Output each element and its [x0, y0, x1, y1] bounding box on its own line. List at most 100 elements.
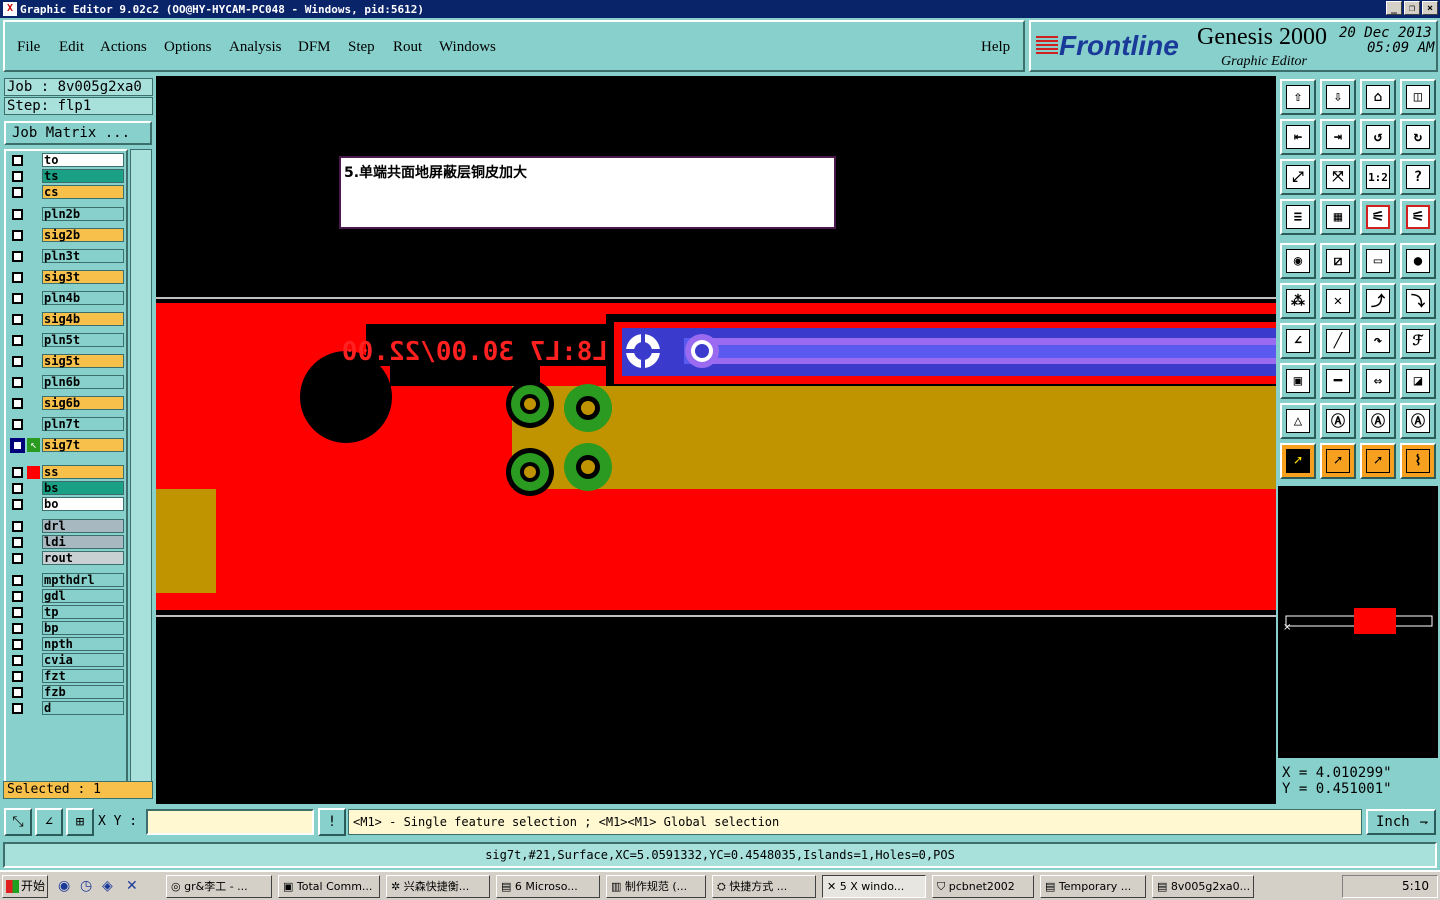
job-matrix-button[interactable]: Job Matrix ... — [4, 121, 152, 145]
layer-checkbox[interactable] — [12, 591, 23, 602]
layer-row-cs[interactable]: cs — [8, 185, 126, 200]
window-button[interactable]: ◫ — [1400, 79, 1436, 115]
grid-snap-button[interactable]: ⊞ — [66, 808, 94, 836]
layer-checkbox[interactable] — [12, 209, 23, 220]
cross-button[interactable]: ✕ — [1320, 283, 1356, 319]
layer-row-fzb[interactable]: fzb — [8, 685, 126, 700]
layer-row-sig2b[interactable]: sig2b — [8, 228, 126, 243]
scale-1-2-button[interactable]: 1:2 — [1360, 159, 1396, 195]
layer-row-mpthdrl[interactable]: mpthdrl — [8, 573, 126, 588]
taskbar-task[interactable]: ⛉ pcbnet2002 — [932, 875, 1034, 898]
net-select-button[interactable]: ⧄ — [1320, 243, 1356, 279]
clock-icon[interactable]: ◷ — [80, 878, 92, 894]
layers-red-button[interactable]: ⚟ — [1360, 199, 1396, 235]
triangle-button[interactable]: △ — [1280, 403, 1316, 439]
layer-checkbox[interactable] — [12, 521, 23, 532]
layer-row-fzt[interactable]: fzt — [8, 669, 126, 684]
menu-analysis[interactable]: Analysis — [229, 39, 282, 56]
layers-black-button[interactable]: ⚟ — [1400, 199, 1436, 235]
layer-checkbox[interactable] — [12, 187, 23, 198]
layer-row-sig6b[interactable]: sig6b — [8, 396, 126, 411]
layer-checkbox[interactable] — [12, 155, 23, 166]
layer-checkbox[interactable] — [12, 377, 23, 388]
layer-checkbox[interactable] — [12, 314, 23, 325]
arrow-up-button[interactable]: Ⓐ — [1320, 403, 1356, 439]
pan-left-button[interactable]: ⇤ — [1280, 119, 1316, 155]
layer-checkbox[interactable] — [12, 293, 23, 304]
arrow-b-button[interactable]: Ⓐ — [1400, 403, 1436, 439]
measure-button[interactable]: ⇔ — [1360, 363, 1396, 399]
line-angle-button[interactable]: ∠ — [1280, 323, 1316, 359]
menu-step[interactable]: Step — [348, 39, 375, 56]
layer-checkbox[interactable] — [10, 438, 25, 453]
settings-button[interactable]: ≡ — [1280, 199, 1316, 235]
pointer-button[interactable]: ➚ — [1280, 443, 1316, 479]
start-button[interactable]: 开始 — [2, 875, 48, 898]
menu-help[interactable]: Help — [981, 39, 1010, 56]
layer-row-npth[interactable]: npth — [8, 637, 126, 652]
split-button[interactable]: ━ — [1320, 363, 1356, 399]
layer-checkbox[interactable] — [12, 230, 23, 241]
ie-icon[interactable]: ◉ — [58, 878, 70, 894]
add-pad-button[interactable]: ▣ — [1280, 363, 1316, 399]
xy-input[interactable] — [146, 809, 314, 835]
alert-button[interactable]: ! — [318, 808, 346, 836]
menu-windows[interactable]: Windows — [439, 39, 496, 56]
pan-right-button[interactable]: ⇥ — [1320, 119, 1356, 155]
snap-mode-button[interactable]: ⤡ — [4, 808, 32, 836]
copy-button[interactable]: ⤵ — [1400, 283, 1436, 319]
taskbar-task[interactable]: ✲ 兴森快捷衡... — [386, 875, 490, 898]
restore-button[interactable]: ❐ — [1404, 1, 1420, 15]
menu-edit[interactable]: Edit — [59, 39, 84, 56]
layer-checkbox[interactable] — [12, 272, 23, 283]
select-pointer-button[interactable]: ➚ — [1320, 443, 1356, 479]
home-button[interactable]: ⌂ — [1360, 79, 1396, 115]
menu-options[interactable]: Options — [164, 39, 212, 56]
taskbar-task[interactable]: ▤ Temporary ... — [1040, 875, 1146, 898]
overview-map[interactable]: × — [1278, 486, 1438, 758]
taskbar-task[interactable]: ▣ Total Comm... — [278, 875, 380, 898]
layer-checkbox[interactable] — [12, 553, 23, 564]
layer-row-pln2b[interactable]: pln2b — [8, 207, 126, 222]
layer-row-tp[interactable]: tp — [8, 605, 126, 620]
net-pointer-button[interactable]: ➚ — [1360, 443, 1396, 479]
layer-checkbox[interactable] — [12, 251, 23, 262]
snap-button[interactable]: ⇧ — [1280, 79, 1316, 115]
taskbar-task[interactable]: ✕ 5 X windo... — [822, 875, 926, 898]
feature-select-button[interactable]: ◉ — [1280, 243, 1316, 279]
combine-button[interactable]: ◪ — [1400, 363, 1436, 399]
taskbar-task[interactable]: ▥ 制作规范 (... — [606, 875, 706, 898]
zoom-in-button[interactable]: ⤢ — [1280, 159, 1316, 195]
layer-row-sig3t[interactable]: sig3t — [8, 270, 126, 285]
layer-row-bo[interactable]: bo — [8, 497, 126, 512]
unit-selector[interactable]: Inch ⇁ — [1366, 809, 1436, 835]
layer-checkbox[interactable] — [12, 537, 23, 548]
arc-button[interactable]: ↷ — [1360, 323, 1396, 359]
taskbar-task[interactable]: ◎ gr&李工 - ... — [166, 875, 272, 898]
layer-checkbox[interactable] — [12, 655, 23, 666]
layer-row-sig4b[interactable]: sig4b — [8, 312, 126, 327]
layer-checkbox[interactable] — [12, 687, 23, 698]
layer-checkbox[interactable] — [12, 467, 23, 478]
angle-mode-button[interactable]: ∠ — [35, 808, 63, 836]
help-button[interactable]: ? — [1400, 159, 1436, 195]
undo-button[interactable]: ↺ — [1360, 119, 1396, 155]
layer-checkbox[interactable] — [12, 483, 23, 494]
redraw-button[interactable]: ↻ — [1400, 119, 1436, 155]
text-button[interactable]: ℱ — [1400, 323, 1436, 359]
layer-checkbox[interactable] — [12, 398, 23, 409]
layer-checkbox[interactable] — [12, 607, 23, 618]
layer-row-ts[interactable]: ts — [8, 169, 126, 184]
close-button[interactable]: × — [1422, 1, 1438, 15]
taskbar-task[interactable]: ▤ 6 Microso... — [496, 875, 600, 898]
connect-button[interactable]: ⁂ — [1280, 283, 1316, 319]
layer-row-rout[interactable]: rout — [8, 551, 126, 566]
layer-checkbox[interactable] — [12, 356, 23, 367]
layer-row-bs[interactable]: bs — [8, 481, 126, 496]
taskbar-task[interactable]: ⛭ 快捷方式 ... — [712, 875, 816, 898]
layer-checkbox[interactable] — [12, 499, 23, 510]
layer-row-ldi[interactable]: ldi — [8, 535, 126, 550]
menu-dfm[interactable]: DFM — [298, 39, 331, 56]
layer-row-to[interactable]: to — [8, 153, 126, 168]
layer-row-sig5t[interactable]: sig5t — [8, 354, 126, 369]
